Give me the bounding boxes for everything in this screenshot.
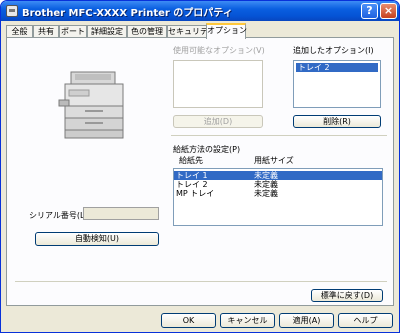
title-bar: Brother MFC-XXXX Printer のプロパティ ? × xyxy=(1,1,399,21)
added-option-item[interactable]: トレイ 2 xyxy=(296,63,378,72)
serial-number-field[interactable] xyxy=(83,207,159,220)
close-icon[interactable]: × xyxy=(380,3,397,19)
separator xyxy=(171,135,387,136)
options-panel: 使用可能なオプション(V) 追加(D) 追加したオプション(I) トレイ 2 削… xyxy=(6,37,394,306)
tab-options[interactable]: オプション xyxy=(206,23,247,39)
added-options-list[interactable]: トレイ 2 xyxy=(293,60,381,108)
tab-strip: 全般 共有 ポート 詳細設定 色の管理 セキュリティ オプション xyxy=(6,23,396,39)
cancel-button[interactable]: キャンセル xyxy=(220,313,275,328)
paper-source-row[interactable]: MP トレイ 未定義 xyxy=(174,189,382,198)
column-header-size: 用紙サイズ xyxy=(254,156,294,165)
window-title: Brother MFC-XXXX Printer のプロパティ xyxy=(22,8,233,19)
paper-source-list[interactable]: トレイ 1 未定義 トレイ 2 未定義 MP トレイ 未定義 xyxy=(173,168,383,226)
restore-defaults-button[interactable]: 標準に戻す(D) xyxy=(311,289,383,302)
added-options-label: 追加したオプション(I) xyxy=(293,46,374,55)
remove-option-button[interactable]: 削除(R) xyxy=(293,115,381,128)
help-icon[interactable]: ? xyxy=(361,3,378,19)
printer-icon xyxy=(6,5,18,17)
ok-button[interactable]: OK xyxy=(161,313,216,328)
paper-source-row[interactable]: トレイ 2 未定義 xyxy=(174,180,382,189)
paper-source-label: 給紙方法の設定(P) xyxy=(173,145,241,154)
add-option-button[interactable]: 追加(D) xyxy=(173,115,263,128)
paper-source-row[interactable]: トレイ 1 未定義 xyxy=(174,171,382,180)
available-options-list[interactable] xyxy=(173,60,263,108)
available-options-label: 使用可能なオプション(V) xyxy=(173,46,265,55)
separator xyxy=(15,281,387,282)
properties-dialog: Brother MFC-XXXX Printer のプロパティ ? × 全般 共… xyxy=(0,0,400,333)
apply-button[interactable]: 適用(A) xyxy=(279,313,334,328)
serial-number-label: シリアル番号(L) xyxy=(29,211,88,220)
column-header-source: 給紙先 xyxy=(179,156,203,165)
printer-illustration-icon xyxy=(58,71,124,139)
help-button[interactable]: ヘルプ xyxy=(338,313,393,328)
auto-detect-button[interactable]: 自動検知(U) xyxy=(35,232,159,246)
